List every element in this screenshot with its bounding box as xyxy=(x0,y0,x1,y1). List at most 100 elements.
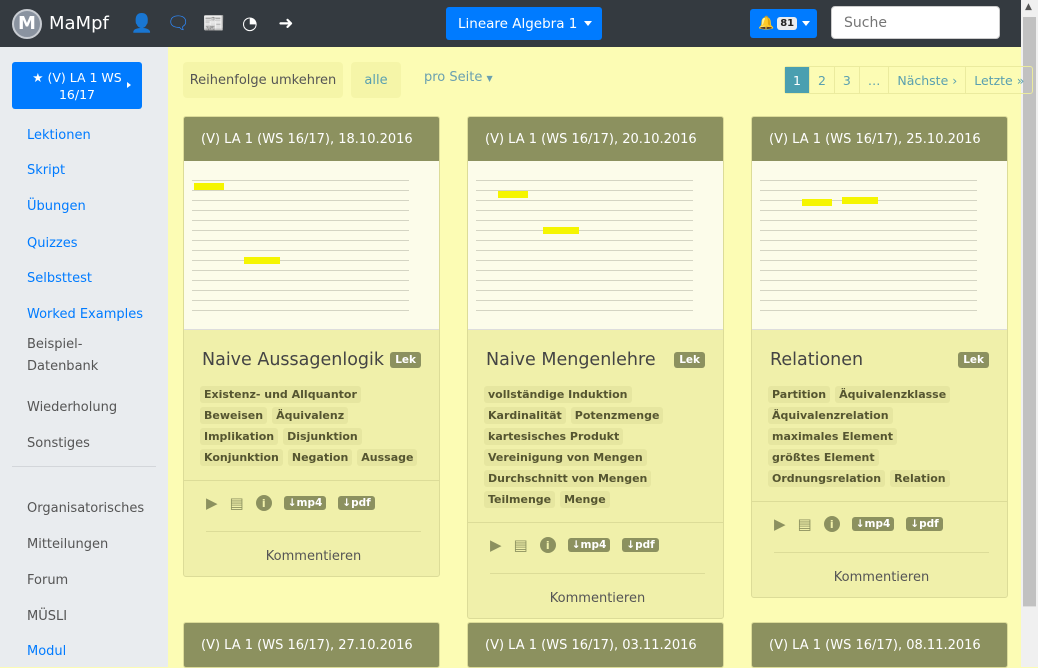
play-icon[interactable]: ▶ xyxy=(206,494,218,512)
tag[interactable]: größtes Element xyxy=(768,449,879,466)
sidebar-item[interactable]: Organisatorisches xyxy=(27,501,144,516)
tag[interactable]: Konjunktion xyxy=(200,449,283,466)
lecture-badge: Lek xyxy=(958,352,989,368)
tag[interactable]: Negation xyxy=(287,449,353,466)
sidebar-divider xyxy=(12,466,156,467)
page-link[interactable]: Letzte » xyxy=(965,67,1032,93)
search-input[interactable] xyxy=(831,6,1000,39)
sidebar-item[interactable]: Modul xyxy=(27,644,66,659)
reverse-order-button[interactable]: Reihenfolge umkehren xyxy=(183,62,343,98)
scrollbar-thumb[interactable] xyxy=(1023,17,1036,607)
info-icon[interactable]: i xyxy=(255,495,272,511)
notification-count: 81 xyxy=(777,17,798,30)
scrollbar[interactable]: ▲ xyxy=(1021,0,1038,667)
caret-down-icon xyxy=(584,21,592,30)
sidebar-item[interactable]: MÜSLI xyxy=(27,609,67,624)
tag[interactable]: Teilmenge xyxy=(484,491,556,508)
play-icon[interactable]: ▶ xyxy=(490,536,502,554)
manuscript-icon[interactable]: ▤ xyxy=(230,494,244,512)
sidebar-item[interactable]: Wiederholung xyxy=(27,400,117,415)
comment-link[interactable]: Kommentieren xyxy=(774,552,989,597)
comment-link[interactable]: Kommentieren xyxy=(206,531,421,576)
card-header[interactable]: (V) LA 1 (WS 16/17), 20.10.2016 xyxy=(468,117,723,161)
sidebar-item[interactable]: Selbsttest xyxy=(27,271,92,286)
lecture-card: (V) LA 1 (WS 16/17), 03.11.2016 xyxy=(467,622,724,668)
scroll-up-icon[interactable]: ▲ xyxy=(1025,2,1032,12)
podcast-icon[interactable]: ◔ xyxy=(239,13,261,34)
sidebar-item[interactable]: Lektionen xyxy=(27,128,91,143)
card-title: Relationen xyxy=(770,350,864,370)
newspaper-icon[interactable]: 📰 xyxy=(203,13,225,34)
sidebar-item[interactable]: Forum xyxy=(27,573,68,588)
tag[interactable]: Aussage xyxy=(357,449,418,466)
tag[interactable]: Disjunktion xyxy=(283,428,362,445)
tag[interactable]: Relation xyxy=(890,470,950,487)
comment-link[interactable]: Kommentieren xyxy=(490,573,705,618)
tag[interactable]: Implikation xyxy=(200,428,279,445)
page-link[interactable]: Nächste › xyxy=(888,67,965,93)
per-page-dropdown[interactable]: pro Seite ▼ xyxy=(424,70,493,85)
lecture-thumbnail[interactable] xyxy=(468,161,723,330)
sidebar-item[interactable]: Beispiel-Datenbank xyxy=(27,334,107,378)
sidebar-item[interactable]: Skript xyxy=(27,163,65,178)
tag[interactable]: Äquivalenzklasse xyxy=(835,386,951,403)
mampf-logo[interactable]: M xyxy=(12,8,42,39)
page-link[interactable]: … xyxy=(858,67,889,93)
course-dropdown[interactable]: Lineare Algebra 1 xyxy=(446,7,602,40)
play-icon[interactable]: ▶ xyxy=(774,515,786,533)
card-header[interactable]: (V) LA 1 (WS 16/17), 27.10.2016 xyxy=(184,623,439,667)
download-pdf-button[interactable]: ↓pdf xyxy=(338,496,375,510)
tag[interactable]: Durchschnitt von Mengen xyxy=(484,470,652,487)
sign-out-icon[interactable]: ➜ xyxy=(275,13,297,34)
lecture-card: (V) LA 1 (WS 16/17), 20.10.2016 Naive Me… xyxy=(467,116,724,619)
manuscript-icon[interactable]: ▤ xyxy=(798,515,812,533)
lecture-label: ★ (V) LA 1 WS 16/17 xyxy=(32,70,122,102)
download-mp4-button[interactable]: ↓mp4 xyxy=(283,496,327,510)
sidebar-item[interactable]: Quizzes xyxy=(27,236,78,251)
tag[interactable]: Ordnungsrelation xyxy=(768,470,886,487)
download-mp4-button[interactable]: ↓mp4 xyxy=(567,538,611,552)
card-title: Naive Aussagenlogik xyxy=(202,350,385,370)
sidebar-item[interactable]: Übungen xyxy=(27,199,86,214)
card-header[interactable]: (V) LA 1 (WS 16/17), 03.11.2016 xyxy=(468,623,723,667)
tag[interactable]: kartesisches Produkt xyxy=(484,428,624,445)
card-title: Naive Mengenlehre xyxy=(486,350,656,370)
card-header[interactable]: (V) LA 1 (WS 16/17), 18.10.2016 xyxy=(184,117,439,161)
card-header[interactable]: (V) LA 1 (WS 16/17), 08.11.2016 xyxy=(752,623,1007,667)
lecture-thumbnail[interactable] xyxy=(752,161,1007,330)
sidebar-item[interactable]: Mitteilungen xyxy=(27,537,108,552)
all-button[interactable]: alle xyxy=(351,62,401,98)
lecture-card: (V) LA 1 (WS 16/17), 25.10.2016 Relation… xyxy=(751,116,1008,598)
info-icon[interactable]: i xyxy=(539,537,556,553)
tag[interactable]: Menge xyxy=(560,491,610,508)
tag[interactable]: Beweisen xyxy=(200,407,268,424)
manuscript-icon[interactable]: ▤ xyxy=(514,536,528,554)
tag[interactable]: Partition xyxy=(768,386,831,403)
tag[interactable]: Äquivalenz xyxy=(272,407,349,424)
tag[interactable]: vollständige Induktion xyxy=(484,386,632,403)
sidebar-item[interactable]: Worked Examples xyxy=(27,307,143,322)
lecture-button[interactable]: ★ (V) LA 1 WS 16/17 xyxy=(12,62,142,109)
user-gear-icon[interactable]: 👤 xyxy=(131,13,153,34)
tag[interactable]: Kardinalität xyxy=(484,407,566,424)
card-header[interactable]: (V) LA 1 (WS 16/17), 25.10.2016 xyxy=(752,117,1007,161)
comments-icon[interactable]: 🗨 xyxy=(167,13,190,34)
lecture-thumbnail[interactable] xyxy=(184,161,439,330)
page-link[interactable]: 2 xyxy=(808,67,834,93)
download-pdf-button[interactable]: ↓pdf xyxy=(622,538,659,552)
tag[interactable]: Potenzmenge xyxy=(570,407,664,424)
download-mp4-button[interactable]: ↓mp4 xyxy=(851,517,895,531)
brand-name[interactable]: MaMpf xyxy=(49,13,109,34)
tag[interactable]: maximales Element xyxy=(768,428,897,445)
page-link[interactable]: 1 xyxy=(785,67,809,93)
download-pdf-button[interactable]: ↓pdf xyxy=(906,517,943,531)
per-page-label: pro Seite xyxy=(424,70,483,85)
page-link[interactable]: 3 xyxy=(833,67,859,93)
tag[interactable]: Existenz- und Allquantor xyxy=(200,386,361,403)
lecture-card: (V) LA 1 (WS 16/17), 18.10.2016 Naive Au… xyxy=(183,116,440,577)
sidebar-item[interactable]: Sonstiges xyxy=(27,436,90,451)
notifications-button[interactable]: 🔔 81 xyxy=(750,9,817,38)
tag[interactable]: Vereinigung von Mengen xyxy=(484,449,647,466)
info-icon[interactable]: i xyxy=(823,516,840,532)
tag[interactable]: Äquivalenzrelation xyxy=(768,407,893,424)
